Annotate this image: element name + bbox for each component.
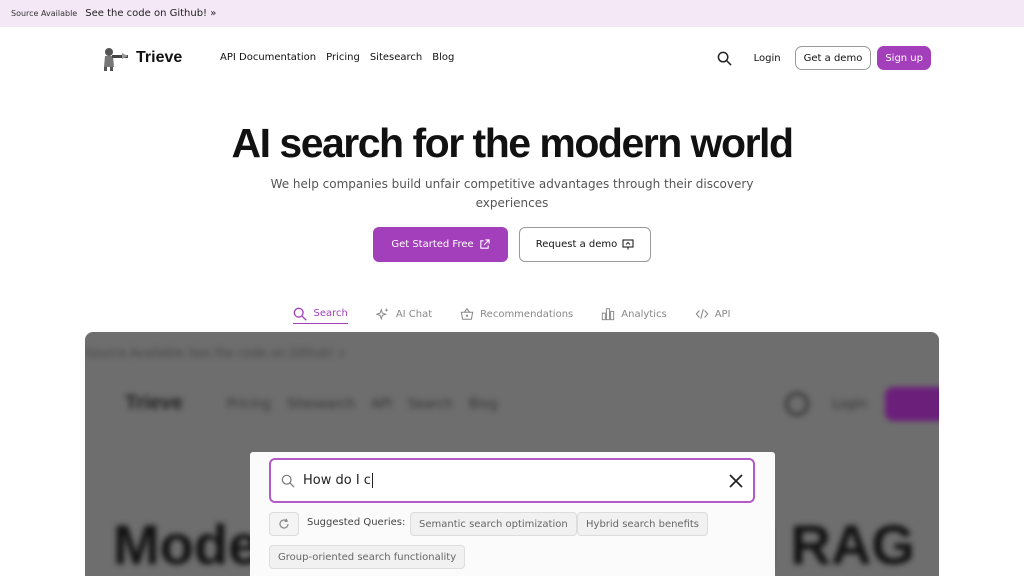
github-link[interactable]: See the code on Github! » [85,8,216,19]
request-demo-button[interactable]: Request a demo [519,227,651,262]
tab-recommendations-label: Recommendations [480,308,574,320]
preview-login: Login [831,397,867,412]
hero-title: AI search for the modern world [231,120,795,166]
login-link[interactable]: Login [754,53,781,64]
feature-tabs: Search AI Chat Recommendations Analytics… [0,304,1024,324]
preview-search-icon [785,392,809,416]
tab-search-label: Search [313,308,348,319]
presentation-icon [622,239,634,250]
preview-brand: Trieve [125,392,183,414]
search-icon [294,307,308,321]
tab-ai-chat[interactable]: AI Chat [375,304,433,324]
external-link-icon [479,239,490,249]
source-available-tag: Source Available [11,9,78,18]
nav-link-api-docs[interactable]: API Documentation [220,52,316,63]
logo-icon [104,48,128,71]
search-button[interactable] [716,49,734,67]
preview-nav: Pricing Sitesearch API Search Blog [227,397,498,412]
request-demo-label: Request a demo [535,239,618,250]
main-nav: Trieve API Documentation Pricing Sitesea… [0,27,1024,91]
suggestion-chip[interactable]: Hybrid search benefits [577,512,709,536]
hero-subtitle: We help companies build unfair competiti… [270,177,754,210]
sparkles-icon [375,307,389,321]
search-value: How do I c [303,473,373,488]
nav-link-blog[interactable]: Blog [432,52,454,63]
suggested-queries-label: Suggested Queries: [307,517,406,528]
search-icon [281,474,295,488]
suggestion-chip[interactable]: Group-oriented search functionality [269,545,466,569]
tab-api-label: API [714,308,731,320]
basket-icon [460,307,474,320]
preview-hero-left: Mode [113,513,260,576]
nav-actions: Login Get a demo Sign up [716,46,931,70]
get-started-label: Get Started Free [391,239,474,250]
get-demo-button[interactable]: Get a demo [794,46,872,70]
refresh-suggestions-button[interactable] [269,512,299,536]
tab-ai-chat-label: AI Chat [395,308,433,320]
tab-recommendations[interactable]: Recommendations [460,304,573,324]
refresh-icon [279,518,289,529]
tab-api[interactable]: API [695,304,731,324]
search-modal: How do I c Suggested Queries: Semantic s… [250,452,775,576]
bar-chart-icon [602,308,615,321]
close-icon[interactable] [727,472,745,490]
nav-link-sitesearch[interactable]: Sitesearch [370,52,422,63]
sign-up-button[interactable]: Sign up [877,46,931,70]
get-started-button[interactable]: Get Started Free [373,227,508,262]
nav-links: API Documentation Pricing Sitesearch Blo… [220,52,454,63]
modal-search-input[interactable]: How do I c [269,458,755,503]
top-banner: Source Available See the code on Github!… [0,0,1024,27]
nav-link-pricing[interactable]: Pricing [326,52,360,63]
code-icon [695,309,709,319]
brand-name: Trieve [136,49,183,66]
tab-search[interactable]: Search [293,304,348,324]
preview-banner-text: Source Available See the code on Github!… [85,346,346,360]
preview-signup-button [885,387,939,421]
tab-analytics[interactable]: Analytics [601,304,667,324]
search-icon [717,51,732,66]
brand-logo[interactable]: Trieve [100,45,182,71]
tab-analytics-label: Analytics [621,308,667,320]
suggestion-chip[interactable]: Semantic search optimization [410,512,577,536]
